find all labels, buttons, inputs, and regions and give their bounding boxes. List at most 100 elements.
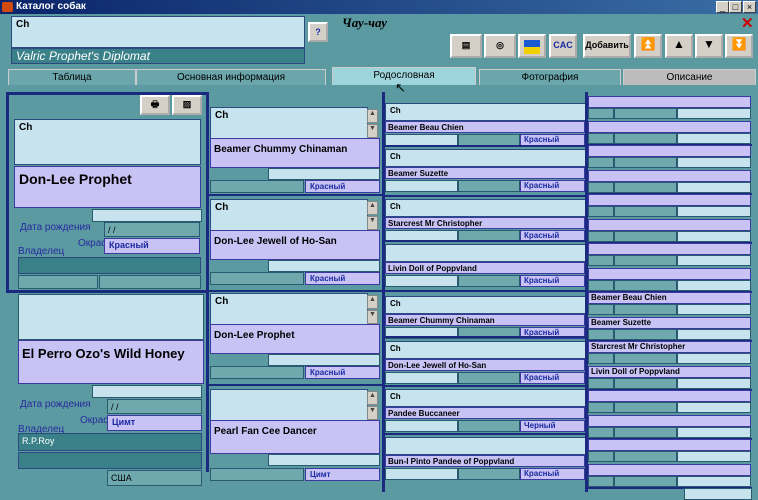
dog-icon[interactable]: ◎ bbox=[484, 34, 516, 58]
gen4-field[interactable] bbox=[588, 353, 614, 364]
sire-extra-field[interactable] bbox=[92, 209, 202, 222]
gen4-field[interactable] bbox=[588, 328, 614, 340]
gen4-field[interactable] bbox=[614, 304, 677, 315]
sire-country-field[interactable] bbox=[18, 275, 98, 289]
cac-button[interactable]: CAC bbox=[549, 34, 577, 58]
close-window-button[interactable]: × bbox=[743, 1, 756, 13]
gen2-birth-field[interactable] bbox=[210, 366, 304, 379]
gen4-name-field[interactable] bbox=[588, 439, 751, 451]
gen4-field[interactable] bbox=[588, 279, 614, 291]
gen4-name-field[interactable] bbox=[588, 414, 751, 427]
gen4-field[interactable] bbox=[588, 157, 614, 168]
gen2-title-field[interactable] bbox=[210, 389, 368, 421]
gen3-name-field[interactable]: Don-Lee Jewell of Ho-San bbox=[385, 359, 585, 371]
gen2-name-field[interactable]: Don-Lee Prophet bbox=[210, 324, 380, 354]
gen3-title-field[interactable] bbox=[385, 244, 588, 262]
gen2-color-field[interactable]: Цимт bbox=[305, 468, 380, 481]
gen3-title-field[interactable]: Ch bbox=[385, 103, 588, 121]
scroll-down-icon[interactable]: ▼ bbox=[367, 216, 378, 230]
dog-title-field[interactable]: Ch bbox=[11, 16, 305, 48]
gen4-field[interactable] bbox=[677, 157, 751, 168]
gen3-name-field[interactable]: Beamer Suzette bbox=[385, 167, 585, 179]
gen4-name-field[interactable] bbox=[588, 390, 751, 402]
gen3-color-field[interactable]: Черный bbox=[520, 420, 585, 432]
gen4-field[interactable] bbox=[614, 402, 677, 413]
gen2-extra-field[interactable] bbox=[268, 354, 380, 366]
dog-name-field[interactable]: Valric Prophet's Diplomat bbox=[11, 48, 305, 64]
gen4-field[interactable] bbox=[614, 451, 677, 462]
gen3-name-field[interactable]: Pandee Buccaneer bbox=[385, 407, 585, 419]
gen2-name-field[interactable]: Beamer Chummy Chinaman bbox=[210, 138, 380, 168]
sire-owner-field[interactable] bbox=[18, 257, 201, 274]
gen3-extra-field[interactable] bbox=[458, 372, 520, 384]
flag-icon[interactable] bbox=[518, 34, 546, 58]
dam-name-field[interactable]: El Perro Ozo's Wild Honey bbox=[18, 340, 204, 384]
last-record-icon[interactable]: ⏬ bbox=[725, 34, 753, 58]
gen4-field[interactable] bbox=[677, 328, 751, 340]
sire-color-field[interactable]: Красный bbox=[104, 238, 200, 254]
gen4-field[interactable] bbox=[588, 451, 614, 462]
gen4-field[interactable] bbox=[614, 230, 677, 242]
gen4-field[interactable] bbox=[684, 488, 752, 500]
gen4-field[interactable] bbox=[588, 426, 614, 438]
gen2-color-field[interactable]: Красный bbox=[305, 366, 380, 379]
gen4-name-field[interactable]: Beamer Suzette bbox=[588, 316, 751, 329]
gen4-field[interactable] bbox=[677, 132, 751, 144]
gen3-color-field[interactable]: Красный bbox=[520, 468, 585, 480]
gen4-field[interactable] bbox=[614, 279, 677, 291]
gen4-field[interactable] bbox=[677, 255, 751, 266]
gen3-title-field[interactable]: Ch bbox=[385, 389, 588, 407]
gen4-name-field[interactable]: Starcrest Mr Christopher bbox=[588, 341, 751, 353]
dam-birth-field[interactable]: / / bbox=[107, 399, 202, 414]
dam-country-field[interactable]: США bbox=[107, 470, 202, 486]
gen4-field[interactable] bbox=[677, 377, 751, 389]
gen4-field[interactable] bbox=[677, 475, 751, 487]
gen4-field[interactable] bbox=[677, 353, 751, 364]
scroll-up-icon[interactable]: ▲ bbox=[367, 391, 378, 405]
gen3-title-field[interactable]: Ch bbox=[385, 199, 588, 217]
gen4-field[interactable] bbox=[677, 181, 751, 193]
dam-owner-extra-field[interactable] bbox=[18, 452, 202, 469]
scroll-down-icon[interactable]: ▼ bbox=[367, 310, 378, 324]
gen4-field[interactable] bbox=[614, 475, 677, 487]
help-button[interactable]: ? bbox=[308, 22, 328, 42]
gen3-extra-field[interactable] bbox=[458, 420, 520, 432]
gen2-birth-field[interactable] bbox=[210, 272, 304, 285]
gen3-extra-field[interactable] bbox=[458, 468, 520, 480]
gen4-field[interactable] bbox=[588, 255, 614, 266]
next-record-icon[interactable]: ▼ bbox=[695, 34, 723, 58]
gen4-name-field[interactable]: Livin Doll of Poppvland bbox=[588, 365, 751, 378]
gen4-field[interactable] bbox=[677, 304, 751, 315]
gen3-name-field[interactable]: Starcrest Mr Christopher bbox=[385, 217, 585, 229]
gen3-title-field[interactable]: Ch bbox=[385, 149, 588, 167]
gen3-name-field[interactable]: Livin Doll of Poppvland bbox=[385, 262, 585, 274]
minimize-button[interactable]: _ bbox=[716, 1, 729, 13]
dam-color-field[interactable]: Цимт bbox=[107, 415, 202, 431]
gen3-birth-field[interactable] bbox=[385, 372, 458, 384]
gen2-name-field[interactable]: Pearl Fan Cee Dancer bbox=[210, 420, 380, 454]
gen4-name-field[interactable]: Beamer Beau Chien bbox=[588, 292, 751, 304]
gen3-title-field[interactable]: Ch bbox=[385, 341, 588, 359]
gen4-name-field[interactable] bbox=[588, 169, 751, 182]
scroll-up-icon[interactable]: ▲ bbox=[367, 201, 378, 215]
gen4-field[interactable] bbox=[614, 181, 677, 193]
dam-owner-field[interactable]: R.P.Roy bbox=[18, 433, 202, 451]
gen2-birth-field[interactable] bbox=[210, 180, 304, 193]
gen4-field[interactable] bbox=[677, 402, 751, 413]
dam-title-field[interactable] bbox=[18, 294, 204, 340]
gen4-field[interactable] bbox=[614, 132, 677, 144]
tab-table[interactable]: Таблица bbox=[8, 69, 136, 85]
gen4-name-field[interactable] bbox=[588, 267, 751, 280]
scroll-down-icon[interactable]: ▼ bbox=[367, 124, 378, 138]
gen4-name-field[interactable] bbox=[588, 120, 751, 133]
tab-description[interactable]: Описание bbox=[623, 69, 756, 85]
gen4-field[interactable] bbox=[677, 451, 751, 462]
sire-misc-field[interactable] bbox=[99, 275, 201, 289]
gen3-extra-field[interactable] bbox=[458, 180, 520, 192]
gen4-field[interactable] bbox=[588, 402, 614, 413]
gen4-name-field[interactable] bbox=[588, 194, 751, 206]
gen4-field[interactable] bbox=[588, 377, 614, 389]
gen4-field[interactable] bbox=[588, 181, 614, 193]
sire-name-field[interactable]: Don-Lee Prophet bbox=[14, 166, 201, 208]
gen4-field[interactable] bbox=[614, 377, 677, 389]
